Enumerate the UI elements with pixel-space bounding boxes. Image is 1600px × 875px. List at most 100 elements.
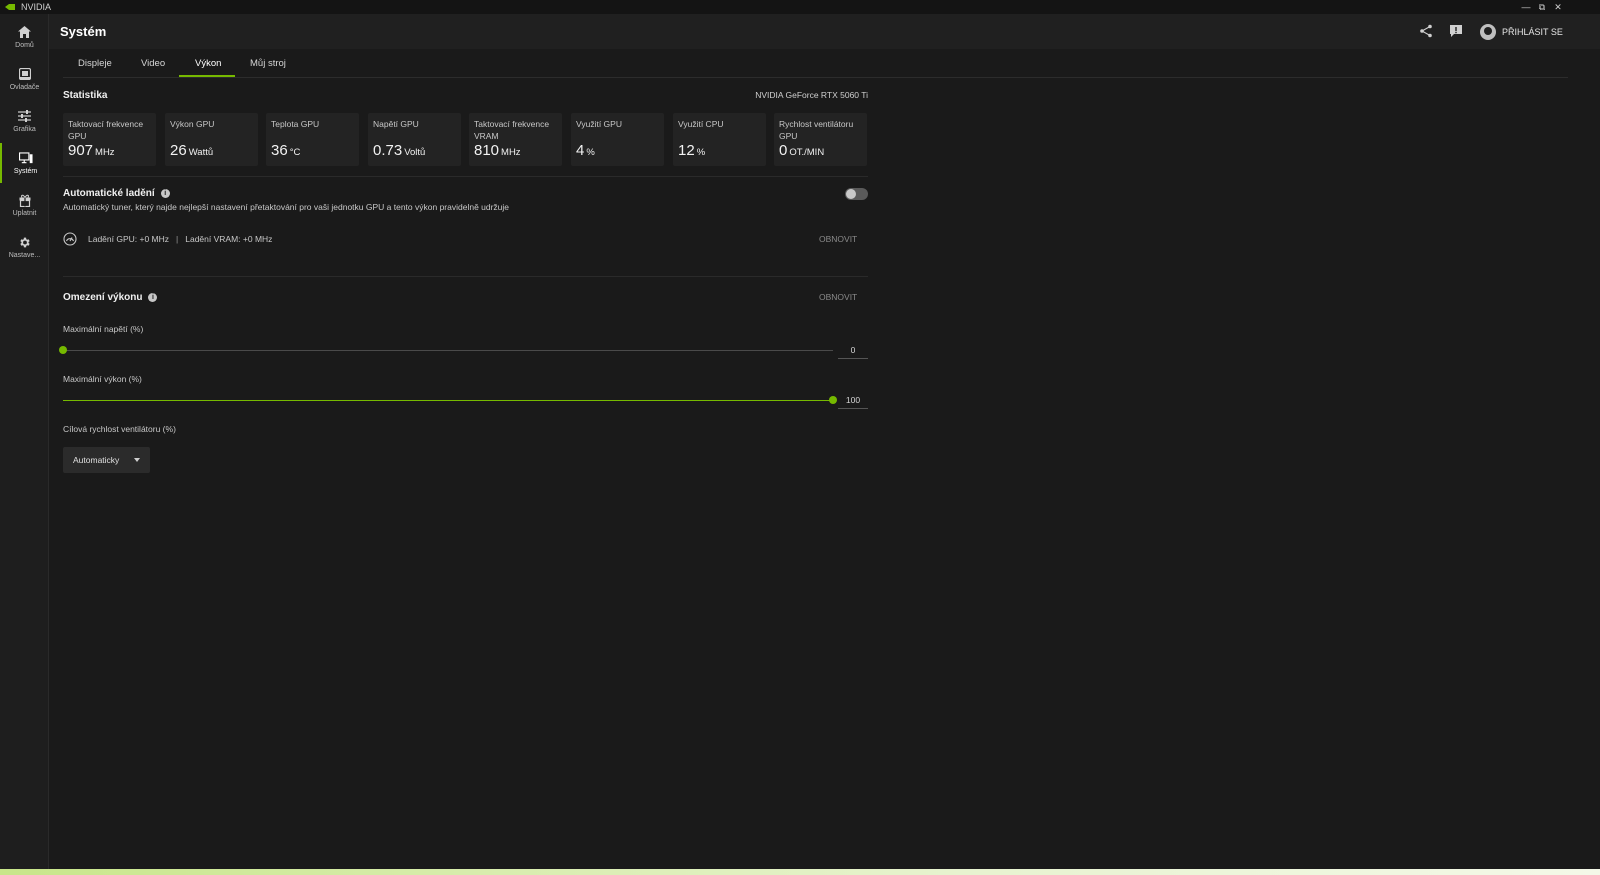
stat-unit: OT./MIN: [789, 147, 825, 158]
auto-tuning-title: Automatické ladění i: [63, 188, 170, 199]
stat-unit: MHz: [95, 147, 115, 158]
sign-in-button[interactable]: PŘIHLÁSIT SE: [1480, 24, 1563, 40]
divider: [63, 276, 868, 277]
max-voltage-value[interactable]: 0: [838, 345, 868, 359]
stat-unit: MHz: [501, 147, 521, 158]
divider: [63, 176, 868, 177]
sidebar-item-home[interactable]: Domů: [0, 17, 49, 57]
max-power-label: Maximální výkon (%): [63, 374, 142, 384]
stat-unit: °C: [289, 147, 301, 158]
stat-label: Rychlost ventilátoru GPU: [779, 119, 854, 141]
toggle-knob: [846, 189, 856, 199]
fan-target-label: Cílová rychlost ventilátoru (%): [63, 424, 176, 434]
stat-label: Využití CPU: [678, 119, 724, 129]
max-voltage-slider[interactable]: [63, 350, 833, 351]
auto-tuning-toggle[interactable]: [845, 188, 868, 200]
vram-tuning-value: Ladění VRAM: +0 MHz: [185, 234, 273, 244]
auto-tuning-title-text: Automatické ladění: [63, 188, 155, 199]
stat-card-fan-speed: Rychlost ventilátoru GPU 0 OT./MIN: [774, 113, 867, 166]
stat-value: 810: [474, 142, 500, 159]
stat-value: 12: [678, 142, 695, 159]
stat-card-gpu-clock: Taktovací frekvence GPU 907 MHz: [63, 113, 156, 166]
sidebar-item-label: Grafika: [13, 126, 36, 133]
info-icon[interactable]: i: [160, 189, 170, 198]
stat-value: 0: [779, 142, 788, 159]
bottom-accent-bar: [0, 869, 1600, 875]
gpu-tuning-value: Ladění GPU: +0 MHz: [88, 234, 170, 244]
feedback-icon[interactable]: [1449, 24, 1463, 38]
stat-value: 26: [170, 142, 187, 159]
gift-icon: [18, 193, 32, 207]
chevron-down-icon: [134, 458, 140, 462]
app-name: NVIDIA: [21, 2, 52, 12]
max-voltage-thumb[interactable]: [59, 346, 67, 354]
tuning-status-row: Ladění GPU: +0 MHz | Ladění VRAM: +0 MHz: [63, 232, 272, 246]
stat-value: 36: [271, 142, 288, 159]
speedometer-icon: [63, 232, 77, 246]
tab-bar: Displeje Video Výkon Můj stroj: [63, 49, 1568, 78]
gear-icon: [18, 235, 32, 249]
stat-label: Taktovací frekvence GPU: [68, 119, 144, 141]
stat-card-gpu-temp: Teplota GPU 36 °C: [266, 113, 359, 166]
max-power-value[interactable]: 100: [838, 395, 868, 409]
home-icon: [18, 25, 32, 39]
sidebar-item-drivers[interactable]: Ovladače: [0, 59, 49, 99]
sidebar: Domů Ovladače Grafika Systém Uplatnit Na…: [0, 14, 49, 869]
header: Systém PŘIHLÁSIT SE: [49, 14, 1600, 49]
tab-video[interactable]: Video: [141, 58, 165, 69]
stat-unit: %: [696, 147, 706, 158]
max-power-slider[interactable]: [63, 400, 833, 401]
tab-my-machine[interactable]: Můj stroj: [250, 58, 286, 69]
stat-label: Teplota GPU: [271, 119, 320, 129]
fan-target-dropdown[interactable]: Automaticky: [63, 447, 150, 473]
share-icon[interactable]: [1419, 24, 1433, 38]
stat-card-gpu-usage: Využití GPU 4%: [571, 113, 664, 166]
info-icon[interactable]: i: [148, 293, 158, 302]
stat-card-gpu-power: Výkon GPU 26 Wattů: [165, 113, 258, 166]
sidebar-item-label: Domů: [15, 42, 34, 49]
restore-icon[interactable]: ⧉: [1534, 0, 1550, 14]
stat-label: Výkon GPU: [170, 119, 215, 129]
active-tab-indicator: [179, 75, 235, 77]
max-power-thumb[interactable]: [829, 396, 837, 404]
stat-card-gpu-voltage: Napětí GPU 0.73 Voltů: [368, 113, 461, 166]
stat-card-vram-clock: Taktovací frekvence VRAM 810 MHz: [469, 113, 562, 166]
statistics-title: Statistika: [63, 90, 108, 101]
stat-value: 4: [576, 142, 585, 159]
slider-fill: [63, 400, 833, 401]
stat-label: Napětí GPU: [373, 119, 419, 129]
title-bar: NVIDIA: [0, 0, 1600, 14]
sidebar-item-system[interactable]: Systém: [0, 143, 49, 183]
driver-icon: [18, 67, 32, 81]
sidebar-item-label: Ovladače: [9, 84, 40, 91]
page-title: Systém: [60, 24, 107, 39]
stat-unit: Voltů: [404, 147, 426, 158]
auto-tuning-reset-button[interactable]: OBNOVIT: [819, 234, 857, 244]
gpu-name: NVIDIA GeForce RTX 5060 Ti: [755, 90, 868, 100]
sidebar-item-label: Systém: [13, 168, 38, 175]
stat-value: 907: [68, 142, 94, 159]
tab-performance[interactable]: Výkon: [195, 58, 221, 69]
stat-label: Taktovací frekvence VRAM: [474, 119, 550, 141]
performance-limits-title: Omezení výkonu i: [63, 292, 158, 303]
fan-target-selected: Automaticky: [73, 455, 120, 465]
stat-unit: %: [586, 147, 595, 158]
close-icon[interactable]: ✕: [1550, 0, 1566, 14]
sidebar-item-label: Uplatnit: [12, 210, 37, 217]
sidebar-item-label: Nastave...: [8, 252, 41, 259]
performance-limits-reset-button[interactable]: OBNOVIT: [819, 292, 857, 302]
sliders-icon: [18, 109, 32, 123]
nvidia-logo-icon: [5, 4, 15, 10]
monitor-icon: [18, 151, 33, 165]
avatar-icon: [1480, 24, 1496, 40]
stat-label: Využití GPU: [576, 119, 622, 129]
sign-in-label: PŘIHLÁSIT SE: [1502, 27, 1563, 37]
auto-tuning-description: Automatický tuner, který najde nejlepší …: [63, 202, 510, 212]
sidebar-item-settings[interactable]: Nastave...: [0, 227, 49, 267]
sidebar-item-graphics[interactable]: Grafika: [0, 101, 49, 141]
tab-displays[interactable]: Displeje: [78, 58, 112, 69]
stat-unit: Wattů: [188, 147, 214, 158]
minimize-icon[interactable]: —: [1518, 0, 1534, 14]
sidebar-item-redeem[interactable]: Uplatnit: [0, 185, 49, 225]
stat-value: 0.73: [373, 142, 403, 159]
